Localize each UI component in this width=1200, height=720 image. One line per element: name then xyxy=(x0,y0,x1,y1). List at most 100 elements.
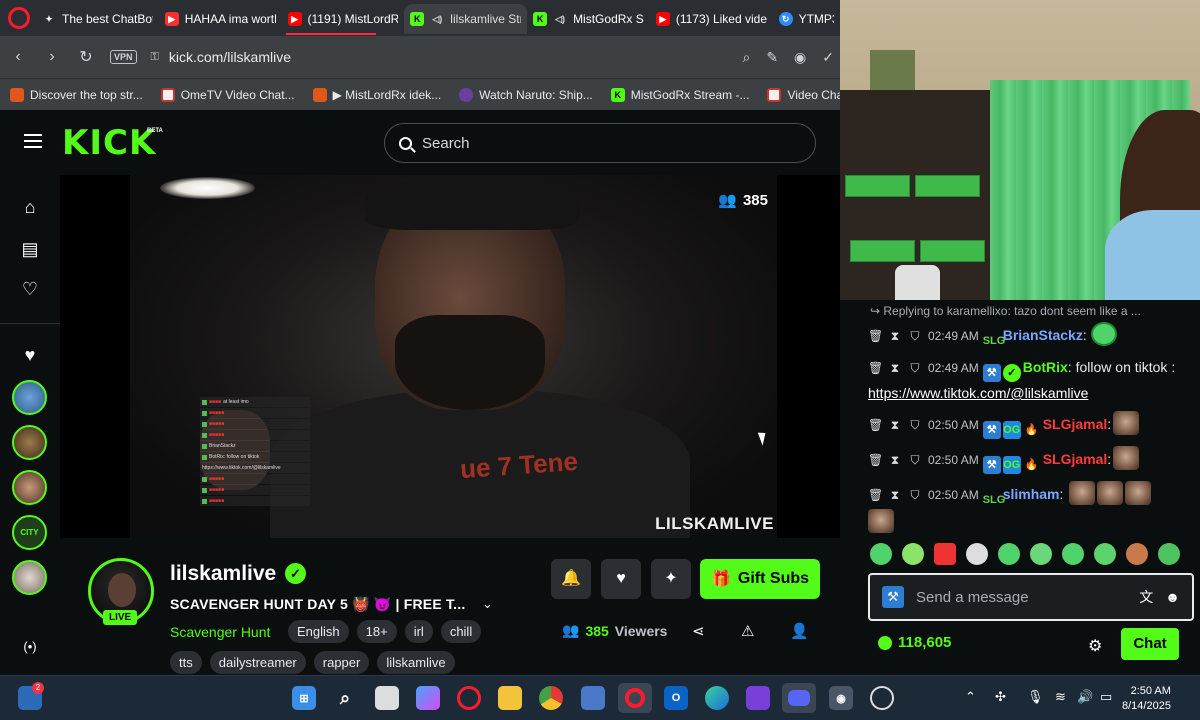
vpn-badge[interactable]: VPN xyxy=(110,50,137,64)
obs-icon[interactable] xyxy=(870,686,894,710)
emote-icon[interactable] xyxy=(1126,543,1148,565)
report-warning-icon[interactable]: ⚠ xyxy=(741,622,754,640)
microphone-icon[interactable]: 🎙 xyxy=(1027,689,1044,705)
browser-tab[interactable]: ▶ HAHAA ima worth xyxy=(159,4,282,34)
checkmark-icon[interactable]: ✓ xyxy=(822,49,834,66)
ban-shield-icon[interactable]: ⛉ xyxy=(908,414,922,436)
reload-icon[interactable]: ↻ xyxy=(76,47,96,67)
message-username[interactable]: SLGjamal xyxy=(1043,451,1108,467)
video-player[interactable]: ue 7 Tene ■■■■ at least imo ■■■■■ ■■■■■ ■… xyxy=(60,175,840,538)
forward-icon[interactable]: › xyxy=(42,48,62,66)
ban-shield-icon[interactable]: ⛉ xyxy=(908,325,922,347)
emote-icon[interactable] xyxy=(870,543,892,565)
chat-message-input[interactable] xyxy=(916,588,1096,606)
edge-icon[interactable] xyxy=(705,686,729,710)
browser-tab[interactable]: ✦ The best ChatBot xyxy=(36,4,159,34)
add-user-icon[interactable]: 👤 xyxy=(790,622,809,640)
message-username[interactable]: BotRix xyxy=(1023,359,1068,375)
ban-shield-icon[interactable]: ⛉ xyxy=(908,449,922,471)
chat-send-button[interactable]: Chat xyxy=(1121,628,1179,660)
tag-chip[interactable]: rapper xyxy=(313,651,370,674)
timeout-icon[interactable]: ⧗ xyxy=(888,449,902,471)
bookmark-item[interactable]: Watch Naruto: Ship... xyxy=(459,87,593,102)
gift-subs-button[interactable]: 🎁 Gift Subs xyxy=(700,559,820,599)
home-icon[interactable]: ⌂ xyxy=(18,195,42,219)
discord-icon[interactable] xyxy=(782,683,816,713)
notification-bell-button[interactable]: 🔔 xyxy=(551,559,591,599)
volume-icon[interactable]: 🔊 xyxy=(1077,689,1093,705)
audio-playing-icon[interactable]: ◁) xyxy=(553,12,567,26)
following-heart-icon[interactable]: ♡ xyxy=(18,277,42,301)
followed-channel-avatar[interactable] xyxy=(12,470,47,505)
tag-chip[interactable]: English xyxy=(288,620,349,643)
emote-icon[interactable] xyxy=(1094,543,1116,565)
message-username[interactable]: SLGjamal xyxy=(1043,416,1108,432)
tag-chip[interactable]: irl xyxy=(404,620,433,643)
browser-tab[interactable]: K ◁) MistGodRx Str xyxy=(527,4,650,34)
stream-category[interactable]: Scavenger Hunt xyxy=(170,624,270,640)
emote-icon[interactable] xyxy=(998,543,1020,565)
system-clock[interactable]: 2:50 AM 8/14/2025 xyxy=(1122,684,1171,714)
delete-icon[interactable]: 🗑 xyxy=(868,325,883,347)
search-input[interactable] xyxy=(422,134,782,152)
browser-tab[interactable]: ▶ (1191) MistLordRx xyxy=(282,4,405,34)
followed-channel-avatar[interactable] xyxy=(12,380,47,415)
tag-chip[interactable]: tts xyxy=(170,651,202,674)
opera-logo-icon[interactable] xyxy=(8,7,30,29)
search-page-icon[interactable]: ⌕ xyxy=(742,49,750,66)
media-app-icon[interactable] xyxy=(746,686,770,710)
emote-icon[interactable] xyxy=(1030,543,1052,565)
message-username[interactable]: BrianStackz xyxy=(1003,327,1083,343)
translate-icon[interactable]: 文 xyxy=(1139,587,1153,607)
delete-icon[interactable]: 🗑 xyxy=(868,484,883,506)
timeout-icon[interactable]: ⧗ xyxy=(888,414,902,436)
battery-icon[interactable]: ▭ xyxy=(1100,689,1112,705)
bookmark-item[interactable]: OmeTV Video Chat... xyxy=(160,87,295,102)
chat-input-box[interactable]: ⚒ 文 ☻ xyxy=(868,573,1194,621)
camera-icon[interactable]: ◉ xyxy=(794,49,806,66)
tag-chip[interactable]: dailystreamer xyxy=(209,651,306,674)
opera-browser-icon[interactable] xyxy=(618,683,652,713)
tag-chip[interactable]: lilskamlive xyxy=(377,651,455,674)
url-field[interactable]: kick.com/lilskamlive xyxy=(169,49,291,65)
timeout-icon[interactable]: ⧗ xyxy=(888,357,902,379)
camera-app-icon[interactable]: ◉ xyxy=(829,686,853,710)
browser-tab-active[interactable]: K ◁) lilskamlive Stream - W xyxy=(404,4,528,34)
reply-preview[interactable]: ↪ Replying to karamellixo: tazo dont see… xyxy=(870,304,1141,318)
channel-name[interactable]: lilskamlive xyxy=(170,562,276,586)
search-box[interactable] xyxy=(384,123,816,163)
bookmark-item[interactable]: Discover the top str... xyxy=(10,87,143,102)
channel-points[interactable]: 118,605 xyxy=(878,634,951,651)
back-icon[interactable]: ‹ xyxy=(8,48,28,66)
delete-icon[interactable]: 🗑 xyxy=(868,357,883,379)
browser-tab[interactable]: ↻ YTMP3 - xyxy=(773,4,840,34)
delete-icon[interactable]: 🗑 xyxy=(868,449,883,471)
emote-icon[interactable] xyxy=(934,543,956,565)
tag-chip[interactable]: 18+ xyxy=(356,620,397,643)
message-username[interactable]: slimham xyxy=(1003,486,1060,502)
emote-icon[interactable] xyxy=(966,543,988,565)
copilot-icon[interactable] xyxy=(416,686,440,710)
timeout-icon[interactable]: ⧗ xyxy=(888,325,902,347)
wifi-icon[interactable]: ≋ xyxy=(1055,689,1066,705)
emoji-icon[interactable]: ☻ xyxy=(1165,589,1180,605)
emote-icon[interactable] xyxy=(1158,543,1180,565)
browse-icon[interactable]: ▤ xyxy=(18,237,42,261)
file-explorer-icon[interactable] xyxy=(498,686,522,710)
opera-gx-icon[interactable] xyxy=(457,686,481,710)
emote-icon[interactable] xyxy=(902,543,924,565)
bookmark-item[interactable]: Video Chat OmeTV... xyxy=(767,87,840,102)
share-icon[interactable]: ⋖ xyxy=(692,622,705,640)
browser-tab[interactable]: ▶ (1173) Liked videc xyxy=(650,4,773,34)
chrome-icon[interactable] xyxy=(539,686,563,710)
message-link[interactable]: https://www.tiktok.com/@lilskamlive xyxy=(868,385,1088,401)
edit-icon[interactable]: ✎ xyxy=(766,49,778,66)
store-icon[interactable] xyxy=(581,686,605,710)
ban-shield-icon[interactable]: ⛉ xyxy=(908,357,922,379)
delete-icon[interactable]: 🗑 xyxy=(868,414,883,436)
emote-icon[interactable] xyxy=(1062,543,1084,565)
followed-channel-avatar[interactable] xyxy=(12,425,47,460)
menu-icon[interactable] xyxy=(24,134,42,148)
kick-logo[interactable]: KICK xyxy=(62,123,156,163)
task-view-icon[interactable] xyxy=(375,686,399,710)
